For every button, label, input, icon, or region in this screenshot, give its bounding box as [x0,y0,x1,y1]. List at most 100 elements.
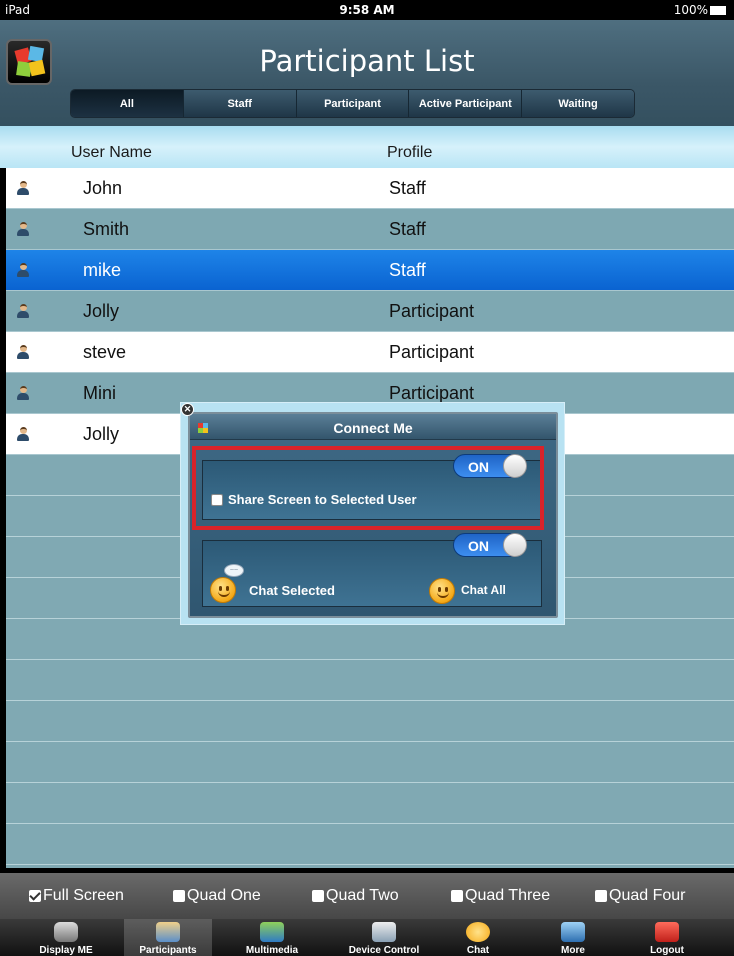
tab-label: Display ME [39,945,93,956]
filter-tab-active-participant[interactable]: Active Participant [409,90,523,117]
popup-panel: Connect Me ON Share Screen to Selected U… [188,412,558,618]
participant-user-icon [17,386,29,401]
quad-four-option[interactable]: Quad Four [595,887,685,905]
tab-label: Device Control [348,945,420,956]
table-row[interactable]: John Staff [6,168,734,209]
chat-selected-button[interactable]: Chat Selected [249,583,335,598]
tab-label: Chat [466,945,490,956]
quad-two-option[interactable]: Quad Two [312,887,399,905]
smiley-chat-all-icon[interactable] [429,578,455,604]
checkbox-icon[interactable] [595,890,607,902]
row-user-name: Jolly [83,301,120,321]
smiley-chat-selected-icon[interactable] [210,577,236,603]
tab-multimedia[interactable]: Multimedia [228,919,316,956]
staff-user-icon [17,263,29,278]
tab-label: Multimedia [245,945,299,956]
status-time: 9:58 AM [339,3,395,17]
toggle-label: ON [468,538,489,554]
divider [6,782,734,783]
bottom-tab-bar: Display ME Participants Multimedia Devic… [0,919,734,956]
option-label: Quad Four [609,887,686,904]
table-row[interactable]: Smith Staff [6,209,734,250]
popup-titlebar: Connect Me [190,414,556,440]
table-header: User Name Profile [0,126,734,168]
option-label: Quad Three [465,887,551,904]
row-user-name: steve [83,342,127,362]
connect-me-popup: Connect Me ON Share Screen to Selected U… [180,402,565,625]
divider [6,864,734,865]
tab-chat[interactable]: Chat [434,919,522,956]
filter-tab-participant[interactable]: Participant [296,90,410,117]
participants-icon [156,922,180,942]
participant-user-icon [17,345,29,360]
full-screen-option[interactable]: Full Screen [29,887,124,905]
tab-more[interactable]: More [529,919,617,956]
divider [6,700,734,701]
checkbox-icon[interactable] [451,890,463,902]
row-user-name: Jolly [83,424,120,444]
popup-close-icon[interactable]: ✕ [181,403,194,416]
divider [6,659,734,660]
page-title: Participant List [259,44,475,78]
logout-icon [655,922,679,942]
row-user-name: Smith [83,219,130,239]
participant-user-icon [17,304,29,319]
row-profile: Participant [389,383,475,403]
quad-one-option[interactable]: Quad One [173,887,261,905]
toggle-knob [503,533,527,557]
row-profile: Staff [389,219,426,239]
more-icon [561,922,585,942]
option-label: Quad One [187,887,261,904]
filter-segmented-control: All Staff Participant Active Participant… [70,89,635,118]
layout-options-bar: Full Screen Quad One Quad Two Quad Three… [0,873,734,919]
checkbox-icon[interactable] [173,890,185,902]
divider [6,823,734,824]
status-bar: iPad 9:58 AM 100% [0,0,734,20]
battery-icon [710,6,726,15]
column-header-user-name: User Name [71,144,152,161]
row-profile: Staff [389,178,426,198]
table-row[interactable]: steve Participant [6,332,734,373]
row-user-name: John [83,178,123,198]
battery-percent: 100% [673,3,708,17]
quad-three-option[interactable]: Quad Three [451,887,550,905]
checkbox-checked-icon[interactable] [29,890,41,902]
tab-label: Logout [650,945,684,956]
row-profile: Participant [389,342,475,362]
row-profile: Participant [389,301,475,321]
table-row[interactable]: Jolly Participant [6,291,734,332]
device-control-icon [372,922,396,942]
table-row-selected[interactable]: mike Staff [6,250,734,291]
row-user-name: Mini [83,383,117,403]
option-label: Full Screen [43,887,124,904]
app-header: Participant List All Staff Participant A… [0,20,734,126]
filter-tab-waiting[interactable]: Waiting [522,90,634,117]
filter-tab-staff[interactable]: Staff [183,90,297,117]
tab-label: Participants [139,945,197,956]
tab-logout[interactable]: Logout [623,919,711,956]
chat-all-button[interactable]: Chat All [461,583,506,597]
tab-label: More [561,945,585,956]
multimedia-icon [260,922,284,942]
column-header-profile: Profile [387,144,433,161]
chat-icon [466,922,490,942]
filter-tab-all[interactable]: All [71,90,184,117]
staff-user-icon [17,181,29,196]
option-label: Quad Two [326,887,399,904]
row-profile: Staff [389,260,426,280]
chat-toggle[interactable]: ON [453,533,527,557]
divider [6,741,734,742]
checkbox-icon[interactable] [312,890,324,902]
chat-section: ON ~~ Chat Selected Chat All [202,533,542,607]
speech-bubble-icon: ~~ [224,564,244,577]
row-user-name: mike [83,260,122,280]
participant-user-icon [17,427,29,442]
camera-icon [54,922,78,942]
tab-display-me[interactable]: Display ME [22,919,110,956]
tab-participants[interactable]: Participants [124,919,212,956]
popup-title: Connect Me [333,420,413,436]
tab-device-control[interactable]: Device Control [340,919,428,956]
battery-indicator: 100% [674,3,726,17]
highlight-frame [192,446,544,530]
staff-user-icon [17,222,29,237]
